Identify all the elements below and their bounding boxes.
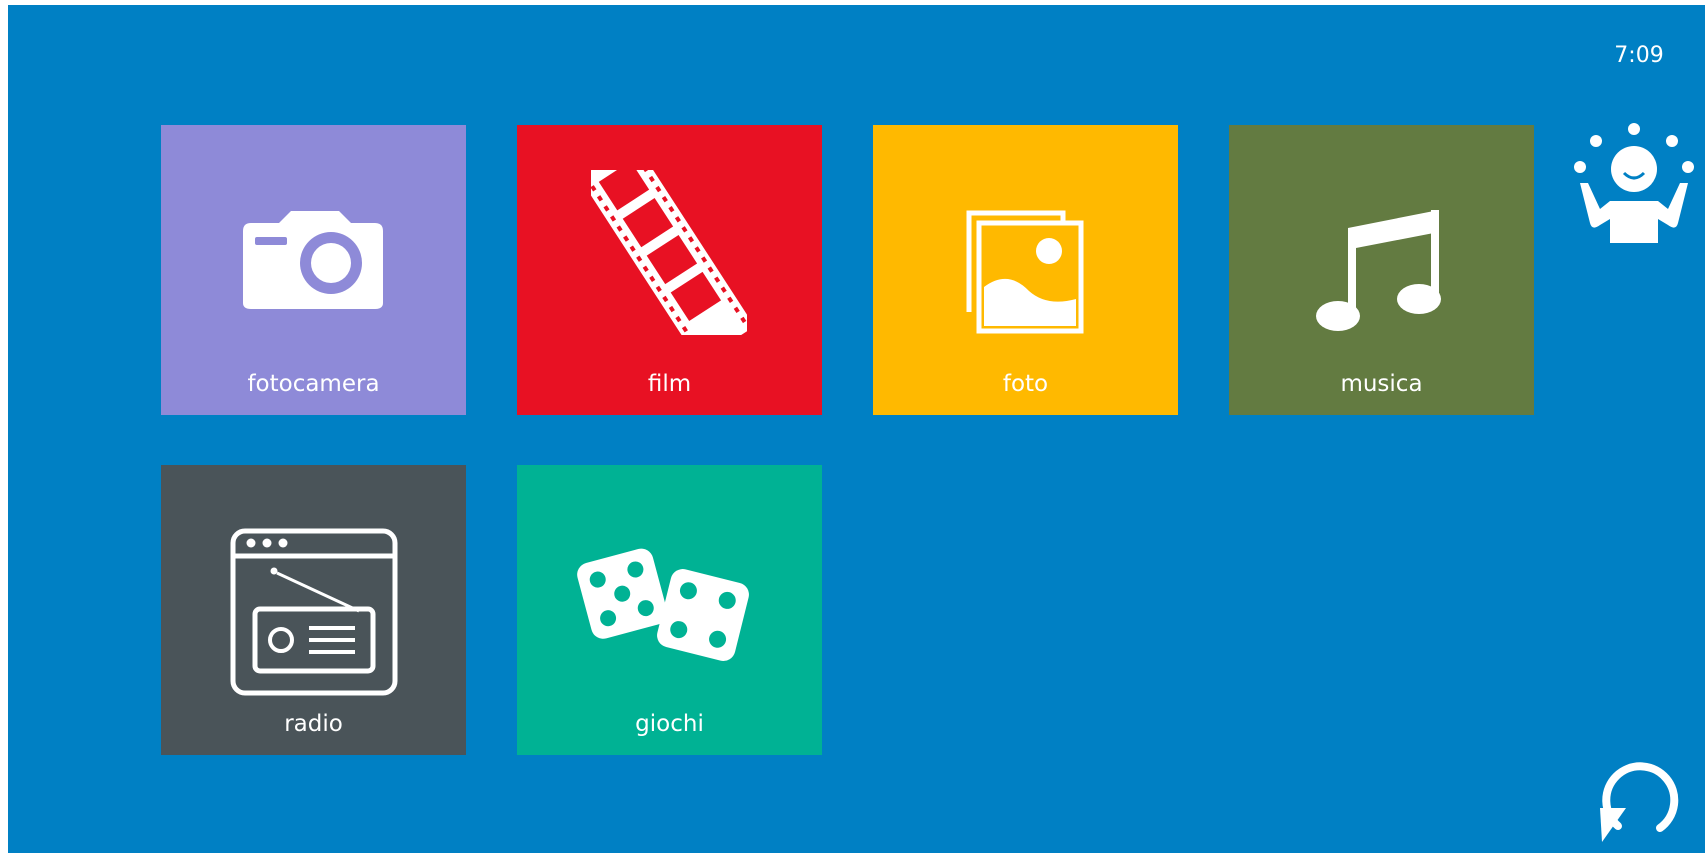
tile-radio[interactable]: radio	[161, 465, 466, 755]
clock: 7:09	[1614, 43, 1664, 68]
photos-icon	[966, 210, 1084, 334]
tile-label: radio	[284, 711, 343, 737]
music-note-icon	[1316, 210, 1441, 331]
tile-fotocamera[interactable]: fotocamera	[161, 125, 466, 415]
dice-icon	[577, 548, 749, 661]
camera-icon	[243, 211, 383, 309]
film-strip-icon	[587, 170, 747, 340]
tile-giochi[interactable]: giochi	[517, 465, 822, 755]
refresh-icon[interactable]	[1588, 748, 1688, 848]
start-screen: 7:09 fotocamera film foto musica radio g…	[8, 5, 1705, 853]
tile-label: film	[647, 371, 692, 397]
tile-label: fotocamera	[247, 371, 380, 397]
tile-musica[interactable]: musica	[1229, 125, 1534, 415]
tile-label: musica	[1340, 371, 1423, 397]
tile-film[interactable]: film	[517, 125, 822, 415]
juggler-user-icon[interactable]	[1566, 117, 1701, 247]
radio-icon	[230, 528, 398, 696]
tile-label: foto	[1002, 371, 1049, 397]
tile-foto[interactable]: foto	[873, 125, 1178, 415]
tile-label: giochi	[635, 711, 704, 737]
